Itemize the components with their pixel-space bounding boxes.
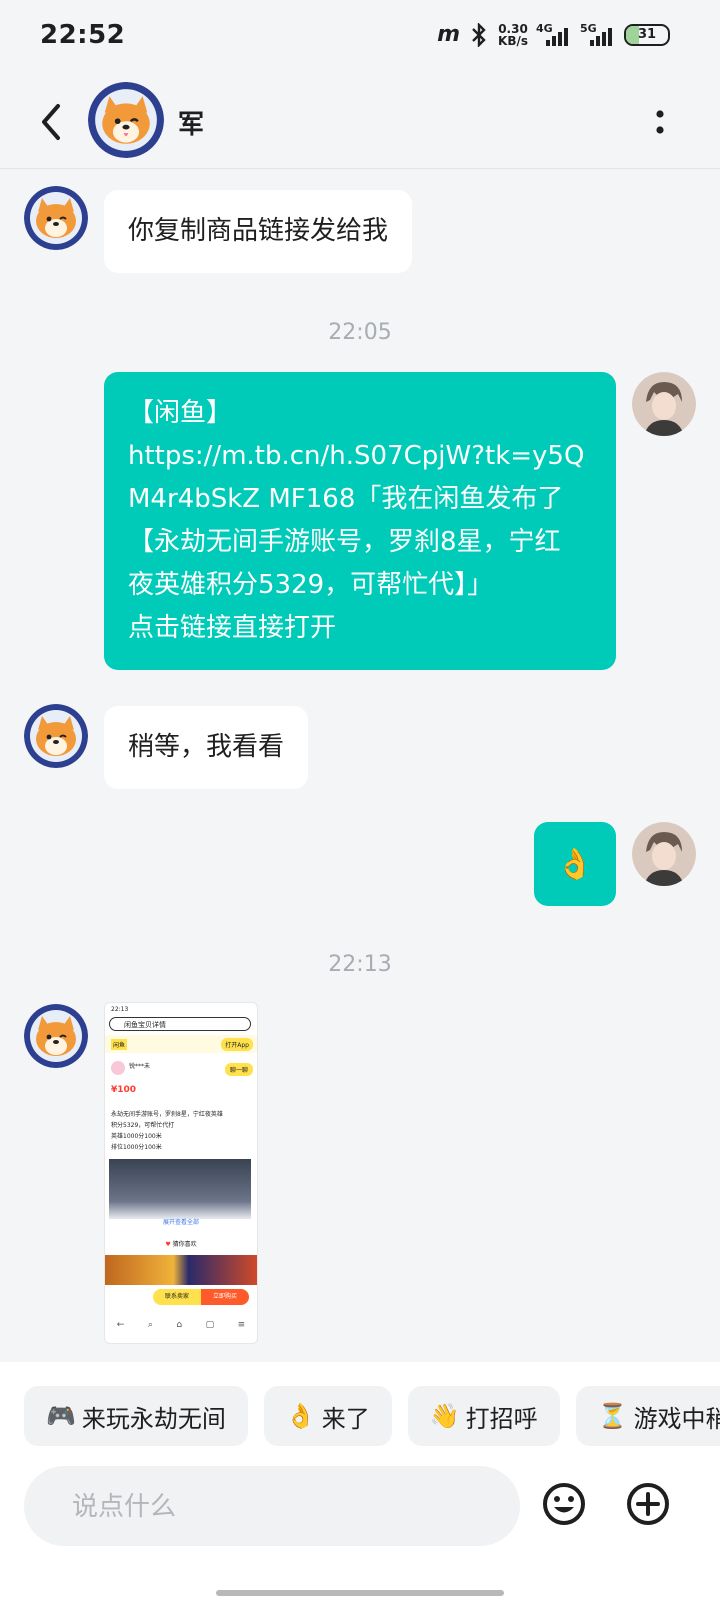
speed-unit: KB/s xyxy=(498,33,528,48)
thumb-desc: 永劫无间手游账号，罗刹8星，宁红夜英雄 积分5329，可帮忙代打 英雄1000分… xyxy=(111,1109,253,1153)
message-text: 你复制商品链接发给我 xyxy=(128,216,389,246)
thumb-brand: 闲鱼 xyxy=(111,1039,128,1050)
thumb-buy: 立即购买 xyxy=(201,1289,249,1305)
battery-icon: 31 xyxy=(624,23,670,46)
signal-4g-icon: 4G xyxy=(536,21,572,46)
thumb-desc-line: 积分5329，可帮忙代打 xyxy=(111,1122,175,1129)
quick-reply-chip[interactable]: ⏳ 游戏中稍 xyxy=(575,1386,720,1446)
my-avatar[interactable] xyxy=(632,372,696,436)
ok-hand-emoji: 👌 xyxy=(556,846,594,882)
timestamp: 22:13 xyxy=(328,952,392,977)
speed-value: 0.30 xyxy=(498,21,528,36)
message-bubble-incoming[interactable]: 你复制商品链接发给我 xyxy=(104,190,413,273)
chip-label: 来玩永劫无间 xyxy=(81,1404,226,1433)
network-speed: 0.30 KB/s xyxy=(498,23,528,47)
home-indicator[interactable] xyxy=(216,1590,504,1596)
message-line: M4r4bSkZ MF168「我在闲鱼发布了 xyxy=(128,484,564,514)
contact-avatar[interactable] xyxy=(88,82,164,158)
contact-name: 军 xyxy=(178,110,205,140)
gamepad-emoji: 🎮 xyxy=(46,1402,76,1430)
battery-level: 31 xyxy=(637,26,657,42)
thumb-time: 22:13 xyxy=(111,1006,129,1013)
chip-label: 游戏中稍 xyxy=(633,1404,720,1433)
thumb-nav-bar: ← ⌕ ⌂ ▢ ≡ xyxy=(116,1320,246,1330)
message-line: 夜英雄积分5329，可帮忙代】」 xyxy=(128,570,494,600)
thumb-banner: 闲鱼 打开App xyxy=(105,1035,257,1053)
contact-avatar-small[interactable] xyxy=(24,704,88,768)
message-bubble-outgoing[interactable]: 👌 xyxy=(534,822,616,906)
message-line: 【永劫无间手游账号，罗刹8星，宁红 xyxy=(128,527,561,557)
my-avatar[interactable] xyxy=(632,822,696,886)
message-bubble-incoming[interactable]: 稍等，我看看 xyxy=(104,706,309,789)
back-arrow-icon[interactable] xyxy=(34,100,74,144)
contact-avatar-small[interactable] xyxy=(24,186,88,250)
mi-icon: m xyxy=(437,22,461,47)
message-input[interactable] xyxy=(70,1466,494,1548)
chat-header: 军 xyxy=(0,76,720,169)
message-input-wrapper xyxy=(24,1466,520,1548)
bluetooth-icon xyxy=(472,22,486,47)
quick-reply-chip[interactable]: 👌 来了 xyxy=(263,1386,392,1446)
thumb-desc-line: 排位1000分100米 xyxy=(111,1144,162,1151)
message-line: 【闲鱼】 xyxy=(128,398,233,428)
more-options-icon[interactable] xyxy=(652,102,668,142)
thumb-open-app: 打开App xyxy=(221,1038,253,1051)
quick-reply-chip[interactable]: 👋 打招呼 xyxy=(407,1386,560,1446)
thumb-guess: ♥ 猜你喜欢 xyxy=(165,1241,197,1248)
message-text: 稍等，我看看 xyxy=(128,732,285,762)
message-bubble-outgoing[interactable]: 【闲鱼】 https://m.tb.cn/h.S07CpjW?tk=y5Q M4… xyxy=(104,372,616,670)
screenshot-image-message[interactable]: 22:13 闲鱼宝贝详情 闲鱼 打开App 锐***未 聊一聊 ¥100 永劫无… xyxy=(104,1002,258,1344)
thumb-seller: 锐***未 xyxy=(129,1063,151,1070)
signal-5g-icon: 5G xyxy=(580,21,616,46)
add-plus-icon[interactable] xyxy=(624,1480,672,1528)
quick-replies: 🎮 来玩永劫无间 👌 来了 👋 打招呼 ⏳ 游戏中稍 xyxy=(24,1386,720,1446)
hourglass-emoji: ⏳ xyxy=(597,1402,628,1430)
composer-panel: 🎮 来玩永劫无间 👌 来了 👋 打招呼 ⏳ 游戏中稍 xyxy=(0,1362,720,1600)
thumb-game-image xyxy=(109,1159,251,1219)
status-icons: m 0.30 KB/s 4G 5G 31 xyxy=(437,22,670,47)
quick-reply-chip[interactable]: 🎮 来玩永劫无间 xyxy=(24,1386,248,1446)
contact-avatar-small[interactable] xyxy=(24,1004,88,1068)
status-bar: 22:52 m 0.30 KB/s 4G 5G 31 xyxy=(0,0,720,76)
message-link[interactable]: https://m.tb.cn/h.S07CpjW?tk=y5Q xyxy=(128,435,592,478)
net-4g-label: 4G xyxy=(536,21,553,35)
thumb-desc-line: 英雄1000分100米 xyxy=(111,1133,162,1140)
thumb-expand: 展开查看全部 xyxy=(162,1219,199,1226)
timestamp: 22:05 xyxy=(328,320,392,345)
thumb-search-bar: 闲鱼宝贝详情 xyxy=(109,1017,251,1031)
net-5g-label: 5G xyxy=(580,21,597,35)
status-time: 22:52 xyxy=(40,20,126,50)
thumb-contact: 联系卖家 xyxy=(153,1289,201,1305)
thumb-guess-text: 猜你喜欢 xyxy=(172,1241,197,1248)
thumb-chat-btn: 聊一聊 xyxy=(224,1063,253,1076)
message-line: 点击链接直接打开 xyxy=(128,613,337,643)
chip-label: 打招呼 xyxy=(465,1404,538,1433)
emoji-icon[interactable] xyxy=(540,1480,588,1528)
chip-label: 来了 xyxy=(321,1404,370,1433)
thumb-desc-line: 永劫无间手游账号，罗刹8星，宁红夜英雄 xyxy=(111,1111,223,1118)
ok-hand-emoji: 👌 xyxy=(285,1402,316,1430)
thumb-seller-avatar xyxy=(111,1061,125,1075)
thumb-price: ¥100 xyxy=(111,1085,137,1095)
waving-hand-emoji: 👋 xyxy=(429,1402,460,1430)
thumb-ad-strip xyxy=(105,1255,257,1285)
thumb-search-text: 闲鱼宝贝详情 xyxy=(124,1021,166,1029)
